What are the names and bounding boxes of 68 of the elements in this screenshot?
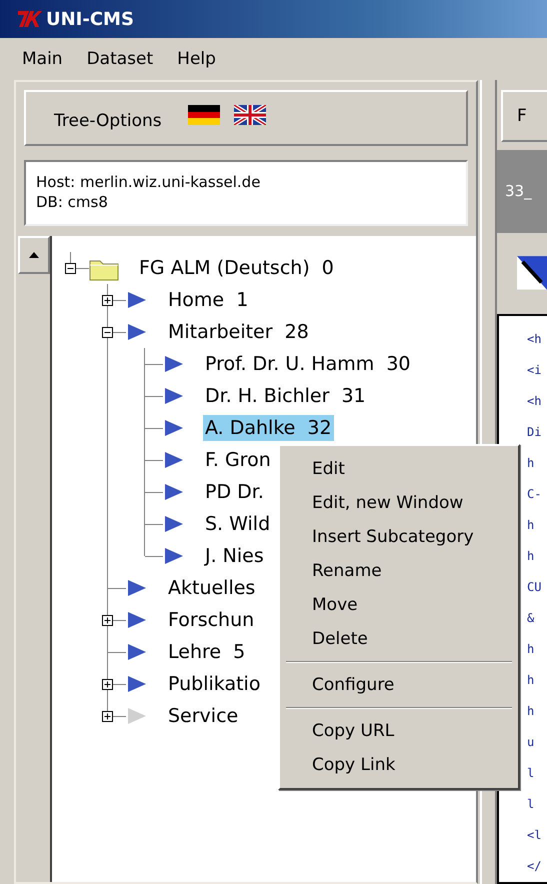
tree-item[interactable]: Forschun [166,607,256,633]
code-line: CU [526,578,542,596]
code-line: h [526,672,536,689]
database-text: DB: cms8 [36,192,109,212]
context-menu-item[interactable]: Edit, new Window [280,486,518,520]
code-line: <l [526,826,542,844]
tree-item[interactable]: Lehre 5 [166,639,248,665]
british-flag-icon[interactable] [234,105,266,125]
tree-line [144,380,163,412]
tree-item[interactable]: A. Dahlke 32 [203,415,334,441]
tree-item[interactable]: Mitarbeiter 28 [166,319,311,345]
code-line: l [526,764,536,782]
tree-item[interactable]: FG ALM (Deutsch) 0 [137,255,336,281]
tree-item[interactable]: Home 1 [166,287,250,313]
tree-item[interactable]: Publikatio [166,671,262,697]
expand-icon[interactable] [102,678,113,690]
context-menu-item[interactable]: Configure [280,668,518,702]
code-line: l [526,796,536,813]
tree-item[interactable]: PD Dr. [203,479,266,505]
code-line: <h [526,392,542,410]
german-flag-icon[interactable] [188,105,220,125]
context-menu-item[interactable]: Rename [280,554,518,588]
expand-icon[interactable] [102,614,113,626]
context-menu-item[interactable]: Copy Link [280,748,518,782]
code-line: h [526,548,536,565]
tree-line [144,444,163,476]
logo-icon [16,8,42,30]
code-line: h [526,702,536,720]
context-menu-item[interactable]: Edit [280,452,518,486]
tree-item[interactable]: S. Wild [203,511,272,537]
tree-item[interactable]: Prof. Dr. U. Hamm 30 [203,351,412,377]
pen-icon[interactable] [517,255,547,292]
scrollbar[interactable] [18,236,52,882]
code-line: <i [526,362,542,379]
menu-item[interactable]: Dataset [86,49,154,69]
collapse-icon[interactable] [102,326,113,338]
code-line: h [526,454,536,472]
code-line: u [526,734,536,751]
collapse-icon[interactable] [65,262,76,274]
scroll-up-button[interactable] [18,236,50,274]
menu-item[interactable]: Help [177,49,216,69]
tree-item[interactable]: Dr. H. Bichler 31 [203,383,368,409]
code-line: & [526,610,536,627]
tree-item[interactable]: Aktuelles [166,575,258,601]
tree-item[interactable]: J. Nies [203,543,266,569]
path-text: 33_ [505,182,532,200]
tree-line [144,412,163,444]
code-line: Di [526,424,542,441]
context-menu-item[interactable]: Copy URL [280,714,518,748]
tree-line [144,348,163,380]
context-menu-item[interactable]: Move [280,588,518,622]
code-line: C- [526,486,542,503]
tree-options-button[interactable]: Tree-Options [54,111,174,131]
tree-line [144,476,163,508]
tree-item[interactable]: F. Gron [203,447,273,473]
tree-line [107,636,126,668]
code-line: h [526,640,536,658]
code-line: <h [526,330,542,348]
context-menu-item[interactable]: Insert Subcategory [280,520,518,554]
expand-icon[interactable] [102,294,113,306]
up-arrow-icon [29,252,39,258]
menu-item[interactable]: Main [22,49,63,69]
context-menu-item[interactable]: Delete [280,622,518,656]
code-line: h [526,516,536,534]
code-line: </ [526,858,542,875]
host-text: Host: merlin.wiz.uni-kassel.de [36,172,262,192]
window-title: UNI-CMS [46,8,134,30]
tab[interactable]: F [501,90,547,142]
